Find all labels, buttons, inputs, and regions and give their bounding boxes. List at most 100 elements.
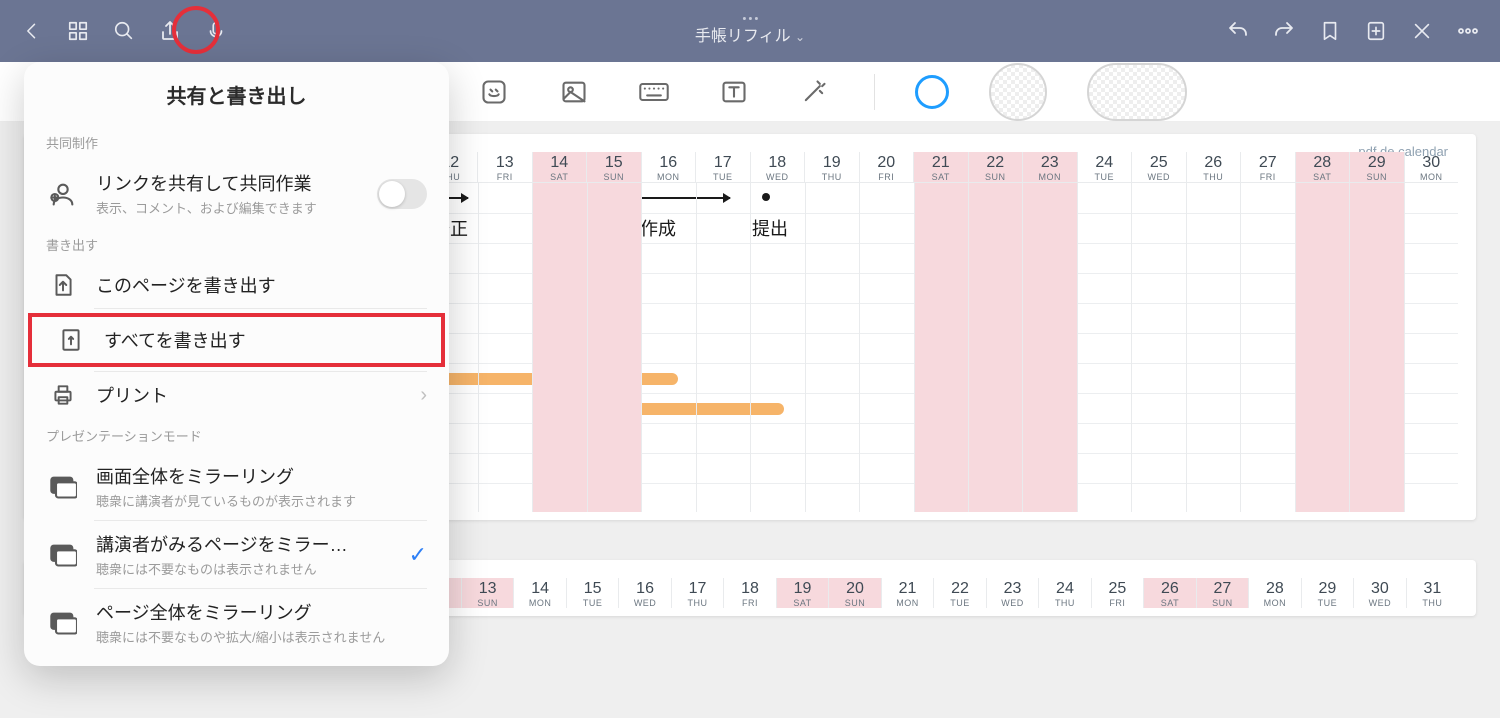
calendar-day-cell: [532, 183, 586, 512]
mic-button[interactable]: [202, 17, 230, 45]
calendar-day-cell: [914, 183, 968, 512]
calendar-day-cell: [478, 183, 532, 512]
calendar-day-header: 24TUE: [1077, 152, 1132, 182]
color-swatch-transparent-1[interactable]: [989, 63, 1047, 121]
calendar-day-header: 29SUN: [1349, 152, 1404, 182]
calendar-day-header: 22SUN: [968, 152, 1023, 182]
mirror-presenter-row[interactable]: 講演者がみるページをミラー… 聴衆には不要なものは表示されません ✓: [24, 521, 449, 588]
calendar-day-header: 27FRI: [1240, 152, 1295, 182]
undo-button[interactable]: [1224, 17, 1252, 45]
back-button[interactable]: [18, 17, 46, 45]
calendar-day-header: 25FRI: [1091, 578, 1143, 608]
share-button[interactable]: [156, 17, 184, 45]
calendar-day-cell: [805, 183, 859, 512]
document-title[interactable]: 手帳リフィル ⌄: [695, 17, 805, 46]
calendar-day-header: 21SAT: [913, 152, 968, 182]
search-button[interactable]: [110, 17, 138, 45]
wand-tool[interactable]: [794, 72, 834, 112]
calendar-day-cell: [1240, 183, 1294, 512]
calendar-day-header: 16MON: [641, 152, 696, 182]
collab-row[interactable]: リンクを共有して共同作業 表示、コメント、および編集できます: [24, 160, 449, 227]
export-all-row[interactable]: すべてを書き出す: [32, 317, 441, 363]
calendar-day-header: 15TUE: [566, 578, 618, 608]
share-popover: 共有と書き出し 共同制作 リンクを共有して共同作業 表示、コメント、および編集で…: [24, 62, 449, 666]
calendar-day-cell: [1404, 183, 1458, 512]
section-label-present: プレゼンテーションモード: [24, 418, 449, 453]
calendar-day-cell: [1077, 183, 1131, 512]
calendar-day-header: 24THU: [1038, 578, 1090, 608]
calendar-day-header: 14MON: [513, 578, 565, 608]
export-page-row[interactable]: このページを書き出す: [24, 262, 449, 308]
screen-mirror-icon: [46, 611, 80, 635]
calendar-day-header: 17THU: [671, 578, 723, 608]
calendar-day-header: 26SAT: [1143, 578, 1195, 608]
sticker-tool[interactable]: [474, 72, 514, 112]
color-swatch-transparent-2[interactable]: [1087, 63, 1187, 121]
close-button[interactable]: [1408, 17, 1436, 45]
section-label-export: 書き出す: [24, 227, 449, 262]
calendar-day-header: 13FRI: [477, 152, 532, 182]
calendar-day-cell: [1295, 183, 1349, 512]
calendar-day-header: 13SUN: [461, 578, 513, 608]
calendar-day-cell: [587, 183, 641, 512]
calendar-day-header: 19THU: [804, 152, 859, 182]
book-export-icon: [54, 327, 88, 353]
checkmark-icon: ✓: [409, 542, 427, 568]
chevron-right-icon: ›: [420, 384, 427, 407]
add-page-button[interactable]: [1362, 17, 1390, 45]
calendar-day-cell: [1186, 183, 1240, 512]
screen-mirror-icon: [46, 543, 80, 567]
calendar-day-header: 20FRI: [859, 152, 914, 182]
handle-dots-icon: [742, 17, 757, 20]
calendar-day-header: 22TUE: [933, 578, 985, 608]
more-button[interactable]: [1454, 17, 1482, 45]
annotation-highlight-box: すべてを書き出す: [28, 313, 445, 367]
bookmark-button[interactable]: [1316, 17, 1344, 45]
popover-title: 共有と書き出し: [24, 80, 449, 125]
calendar-day-header: 25WED: [1131, 152, 1186, 182]
calendar-day-header: 31THU: [1406, 578, 1458, 608]
image-tool[interactable]: [554, 72, 594, 112]
calendar-day-header: 18WED: [750, 152, 805, 182]
screen-mirror-icon: [46, 475, 80, 499]
calendar-day-header: 20SUN: [828, 578, 880, 608]
printer-icon: [46, 382, 80, 408]
calendar-day-cell: [859, 183, 913, 512]
calendar-day-header: 28MON: [1248, 578, 1300, 608]
calendar-day-header: 15SUN: [586, 152, 641, 182]
color-swatch-blue-ring[interactable]: [915, 75, 949, 109]
redo-button[interactable]: [1270, 17, 1298, 45]
calendar-day-cell: [968, 183, 1022, 512]
calendar-day-header: 29TUE: [1301, 578, 1353, 608]
calendar-day-cell: [1022, 183, 1076, 512]
calendar-day-header: 23MON: [1022, 152, 1077, 182]
divider: [874, 74, 875, 110]
print-row[interactable]: プリント ›: [24, 372, 449, 418]
collab-toggle[interactable]: [377, 179, 427, 209]
calendar-day-header: 14SAT: [532, 152, 587, 182]
calendar-day-header: 19SAT: [776, 578, 828, 608]
calendar-day-header: 23WED: [986, 578, 1038, 608]
mirror-page-row[interactable]: ページ全体をミラーリング 聴衆には不要なものや拡大/縮小は表示されません: [24, 589, 449, 656]
person-plus-icon: [46, 180, 80, 208]
calendar-day-header: 30WED: [1353, 578, 1405, 608]
topbar: 手帳リフィル ⌄: [0, 0, 1500, 62]
keyboard-tool[interactable]: [634, 72, 674, 112]
calendar-day-cell: [1349, 183, 1403, 512]
calendar-day-cell: [1131, 183, 1185, 512]
calendar-day-header: 27SUN: [1196, 578, 1248, 608]
calendar-day-cell: [641, 183, 695, 512]
calendar-day-header: 30MON: [1404, 152, 1459, 182]
calendar-day-cell: [750, 183, 804, 512]
page-export-icon: [46, 272, 80, 298]
text-tool[interactable]: [714, 72, 754, 112]
section-label-collab: 共同制作: [24, 125, 449, 160]
calendar-day-header: 17TUE: [695, 152, 750, 182]
mirror-full-row[interactable]: 画面全体をミラーリング 聴衆に講演者が見ているものが表示されます: [24, 453, 449, 520]
calendar-day-header: 21MON: [881, 578, 933, 608]
calendar-day-header: 16WED: [618, 578, 670, 608]
grid-view-button[interactable]: [64, 17, 92, 45]
calendar-day-cell: [696, 183, 750, 512]
calendar-day-header: 28SAT: [1295, 152, 1350, 182]
calendar-day-header: 26THU: [1186, 152, 1241, 182]
